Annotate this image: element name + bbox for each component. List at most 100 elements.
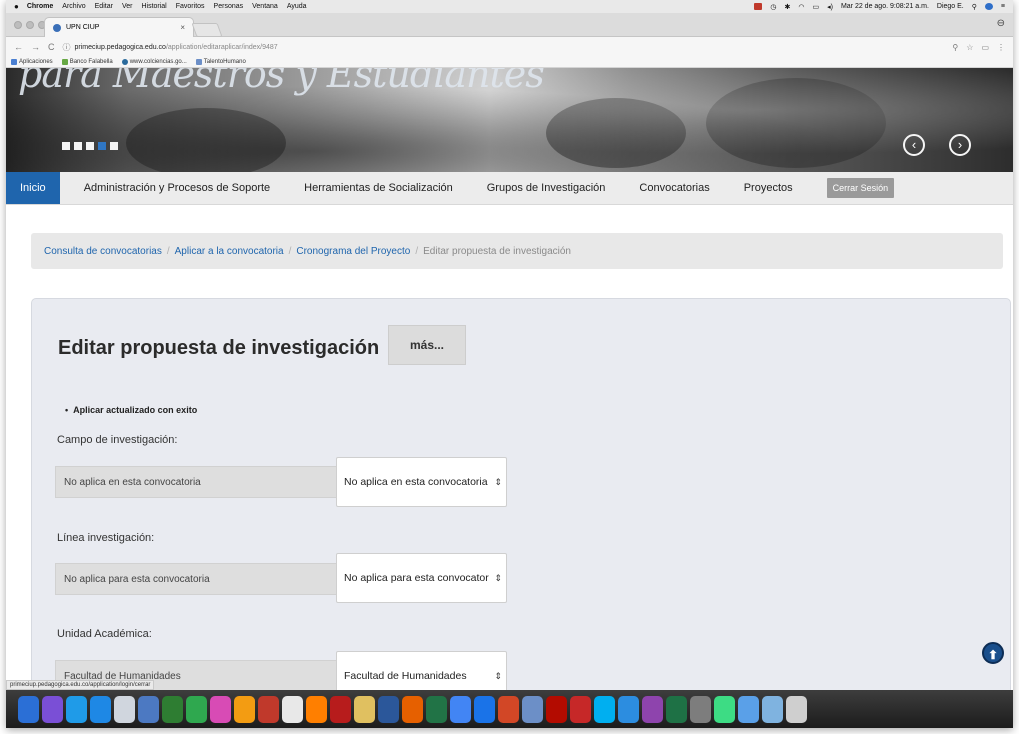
downloads-icon[interactable] xyxy=(738,695,759,723)
pencil-icon[interactable] xyxy=(354,695,375,723)
nav-inicio[interactable]: Inicio xyxy=(6,172,60,204)
bookmark-favicon-icon xyxy=(121,59,128,65)
finder-icon[interactable] xyxy=(18,695,39,723)
reload-icon[interactable]: C xyxy=(48,42,55,52)
bookmark-colciencias[interactable]: www.colciencias.go... xyxy=(121,59,187,65)
excel-2-icon[interactable] xyxy=(666,695,687,723)
bookmark-banco-falabella[interactable]: Banco Falabella xyxy=(61,59,113,65)
carousel-next-icon[interactable]: › xyxy=(949,134,971,156)
menu-ver[interactable]: Ver xyxy=(122,3,133,10)
preview-icon[interactable] xyxy=(114,695,135,723)
nav-grupos[interactable]: Grupos de Investigación xyxy=(487,182,606,194)
breadcrumb-link[interactable]: Aplicar a la convocatoria xyxy=(175,246,284,257)
url-field[interactable]: ⓘ primeciup.pedagogica.edu.co /applicati… xyxy=(63,42,953,53)
nav-proyectos[interactable]: Proyectos xyxy=(744,182,793,194)
notification-center-icon[interactable]: ≡ xyxy=(1001,3,1005,10)
menu-favoritos[interactable]: Favoritos xyxy=(176,3,205,10)
extension-icon[interactable] xyxy=(754,3,763,10)
trash-icon[interactable] xyxy=(786,695,807,723)
clock-text[interactable]: Mar 22 de ago. 9:08:21 a.m. xyxy=(841,3,929,10)
bookmark-aplicaciones[interactable]: Aplicaciones xyxy=(11,59,53,65)
onedrive-icon[interactable] xyxy=(474,695,495,723)
close-window-button[interactable] xyxy=(14,21,22,29)
menu-archivo[interactable]: Archivo xyxy=(62,3,85,10)
field-label-campo: Campo de investigación: xyxy=(57,434,178,446)
firefox-icon[interactable] xyxy=(402,695,423,723)
excel-icon[interactable] xyxy=(426,695,447,723)
spotlight-icon[interactable]: ⚲ xyxy=(972,3,977,11)
skype-icon[interactable] xyxy=(594,695,615,723)
menu-personas[interactable]: Personas xyxy=(214,3,244,10)
apple-icon[interactable]: ● xyxy=(14,2,19,11)
time-machine-icon[interactable]: ◷ xyxy=(770,3,776,11)
minimize-window-button[interactable] xyxy=(26,21,34,29)
select-arrows-icon: ⇕ xyxy=(494,476,502,487)
forward-arrow-icon[interactable]: → xyxy=(31,42,40,52)
profile-icon[interactable]: ⊖ xyxy=(997,18,1005,29)
cast-icon[interactable]: ▭ xyxy=(981,43,989,52)
photo-booth-icon[interactable] xyxy=(330,695,351,723)
itunes-icon[interactable] xyxy=(210,695,231,723)
bluetooth-icon[interactable]: ✱ xyxy=(784,3,790,11)
more-button[interactable]: más... xyxy=(388,325,466,365)
powerpoint-icon[interactable] xyxy=(498,695,519,723)
system-preferences-icon[interactable] xyxy=(690,695,711,723)
carousel-prev-icon[interactable]: ‹ xyxy=(903,134,925,156)
games-icon[interactable] xyxy=(642,695,663,723)
user-name[interactable]: Diego E. xyxy=(937,3,964,10)
word-icon[interactable] xyxy=(378,695,399,723)
safari-icon[interactable] xyxy=(66,695,87,723)
nav-convocatorias[interactable]: Convocatorias xyxy=(639,182,709,194)
wifi-icon[interactable]: ◠ xyxy=(798,3,804,11)
address-bar-row: ← → C ⓘ primeciup.pedagogica.edu.co /app… xyxy=(6,37,1013,57)
carousel-dot[interactable] xyxy=(74,142,82,150)
menu-kebab-icon[interactable]: ⋮ xyxy=(997,43,1005,52)
carousel-dot[interactable] xyxy=(110,142,118,150)
notes-icon[interactable] xyxy=(186,695,207,723)
ios-simulator-icon[interactable] xyxy=(618,695,639,723)
chrome-icon[interactable] xyxy=(450,695,471,723)
sketchup-icon[interactable] xyxy=(570,695,591,723)
carousel-dot-active[interactable] xyxy=(98,142,106,150)
calendar-22-icon[interactable] xyxy=(282,695,303,723)
volume-icon[interactable]: ◂) xyxy=(827,3,833,11)
back-arrow-icon[interactable]: ← xyxy=(14,42,23,52)
siri-icon[interactable] xyxy=(42,695,63,723)
select-linea[interactable]: No aplica para esta convocator ⇕ xyxy=(336,553,507,603)
photos-icon[interactable] xyxy=(138,695,159,723)
info-icon[interactable]: ⓘ xyxy=(63,42,71,53)
breadcrumb-link[interactable]: Cronograma del Proyecto xyxy=(296,246,410,257)
carousel-dot[interactable] xyxy=(86,142,94,150)
bookmark-star-icon[interactable]: ☆ xyxy=(966,43,973,52)
ibooks-icon[interactable] xyxy=(234,695,255,723)
acrobat-icon[interactable] xyxy=(546,695,567,723)
siri-icon[interactable] xyxy=(984,3,993,10)
nav-herramientas[interactable]: Herramientas de Socialización xyxy=(304,182,453,194)
nav-administracion[interactable]: Administración y Procesos de Soporte xyxy=(84,182,270,194)
display-icon[interactable]: ▭ xyxy=(812,3,819,11)
scroll-to-top-button[interactable]: ⬆ xyxy=(982,642,1004,664)
breadcrumb-link[interactable]: Consulta de convocatorias xyxy=(44,246,162,257)
bookmark-talentohumano[interactable]: TalentoHumano xyxy=(195,59,246,65)
zoom-icon[interactable]: ⚲ xyxy=(952,43,958,52)
browser-tab[interactable]: UPN CIUP × xyxy=(44,17,194,37)
select-campo[interactable]: No aplica en esta convocatoria ⇕ xyxy=(336,457,507,507)
menu-chrome[interactable]: Chrome xyxy=(27,3,53,10)
android-studio-icon[interactable] xyxy=(714,695,735,723)
menu-historial[interactable]: Historial xyxy=(141,3,166,10)
menu-ayuda[interactable]: Ayuda xyxy=(287,3,307,10)
preview-2-icon[interactable] xyxy=(522,695,543,723)
menu-editar[interactable]: Editar xyxy=(95,3,113,10)
readonly-linea: No aplica para esta convocatoria xyxy=(55,563,340,595)
documents-icon[interactable] xyxy=(762,695,783,723)
vox-icon[interactable] xyxy=(258,695,279,723)
app-store-icon[interactable] xyxy=(90,695,111,723)
menu-ventana[interactable]: Ventana xyxy=(252,3,278,10)
bookmarks-bar: Aplicaciones Banco Falabella www.colcien… xyxy=(6,57,1013,68)
close-tab-icon[interactable]: × xyxy=(180,23,185,32)
new-tab-button[interactable] xyxy=(191,23,223,37)
calendar-icon[interactable] xyxy=(162,695,183,723)
vlc-icon[interactable] xyxy=(306,695,327,723)
carousel-dot[interactable] xyxy=(62,142,70,150)
logout-button[interactable]: Cerrar Sesión xyxy=(826,178,895,198)
